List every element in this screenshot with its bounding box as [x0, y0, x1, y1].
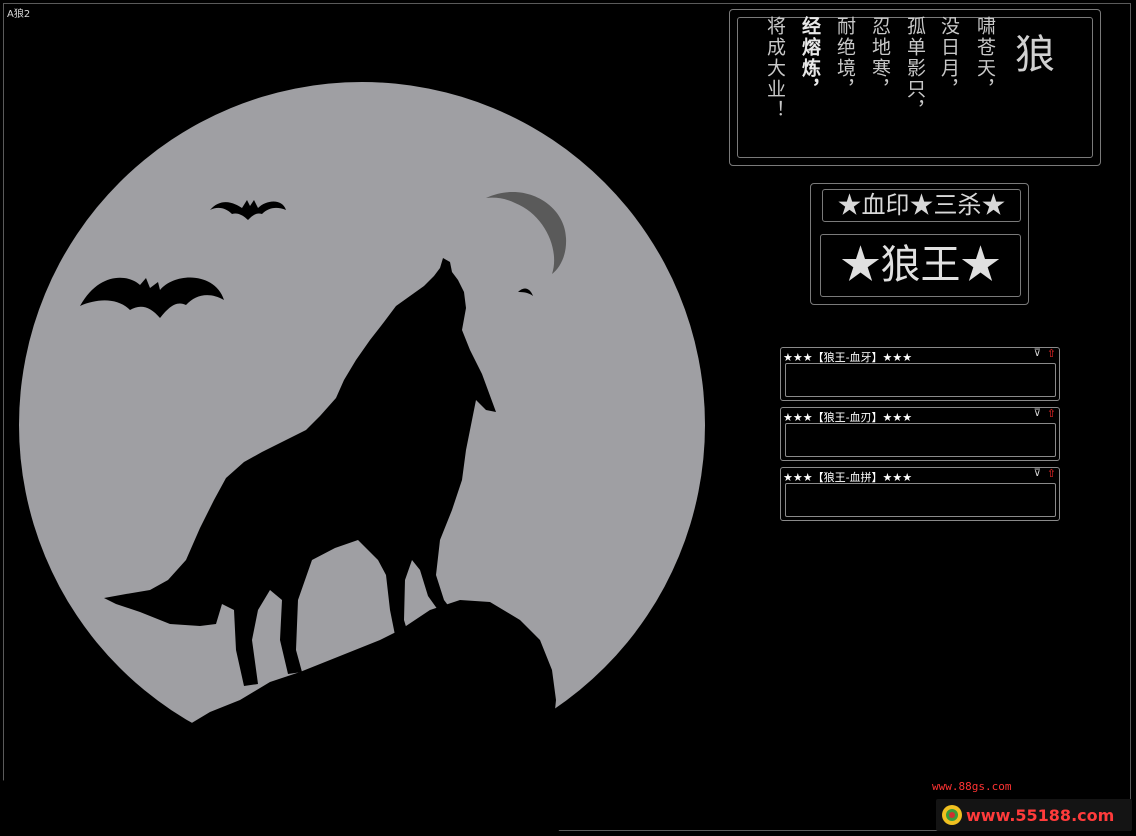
poem-line-2: 没日月， — [938, 16, 960, 100]
dropdown-icon[interactable]: ⊽ — [1034, 408, 1041, 419]
poem-line-3: 孤单影只， — [904, 16, 926, 121]
up-arrow-icon[interactable]: ⇧ — [1047, 407, 1056, 420]
up-arrow-icon[interactable]: ⇧ — [1047, 347, 1056, 360]
dropdown-icon[interactable]: ⊽ — [1034, 468, 1041, 479]
footer-link[interactable]: www.88gs.com — [932, 780, 1011, 793]
poem-line-1: 啸苍天， — [974, 16, 996, 100]
dropdown-icon[interactable]: ⊽ — [1034, 348, 1041, 359]
logo-text: www.55188.com — [966, 806, 1115, 825]
up-arrow-icon[interactable]: ⇧ — [1047, 467, 1056, 480]
site-logo[interactable]: www.55188.com — [936, 799, 1132, 831]
poem-line-5: 耐绝境， — [834, 16, 856, 100]
rank-badge-small: ★血印★三杀★ — [822, 189, 1021, 222]
rank-badge-large: ★狼王★ — [820, 234, 1021, 297]
poem-line-6: 经熔炼， — [799, 16, 821, 100]
group-panel-body[interactable] — [785, 483, 1056, 517]
group-panel: ★★★【狼王-血牙】★★★ ⊽ ⇧ — [780, 347, 1060, 401]
group-panel-body[interactable] — [785, 423, 1056, 457]
poem-title: 狼 — [1015, 32, 1055, 78]
group-panel: ★★★【狼王-血拼】★★★ ⊽ ⇧ — [780, 467, 1060, 521]
ground-shape-left — [0, 770, 180, 836]
poem-line-4: 忍地寒， — [869, 16, 891, 100]
group-panel-body[interactable] — [785, 363, 1056, 397]
logo-icon — [942, 805, 962, 825]
poem-line-7: 将成大业！ — [764, 16, 786, 121]
group-panel: ★★★【狼王-血刃】★★★ ⊽ ⇧ — [780, 407, 1060, 461]
